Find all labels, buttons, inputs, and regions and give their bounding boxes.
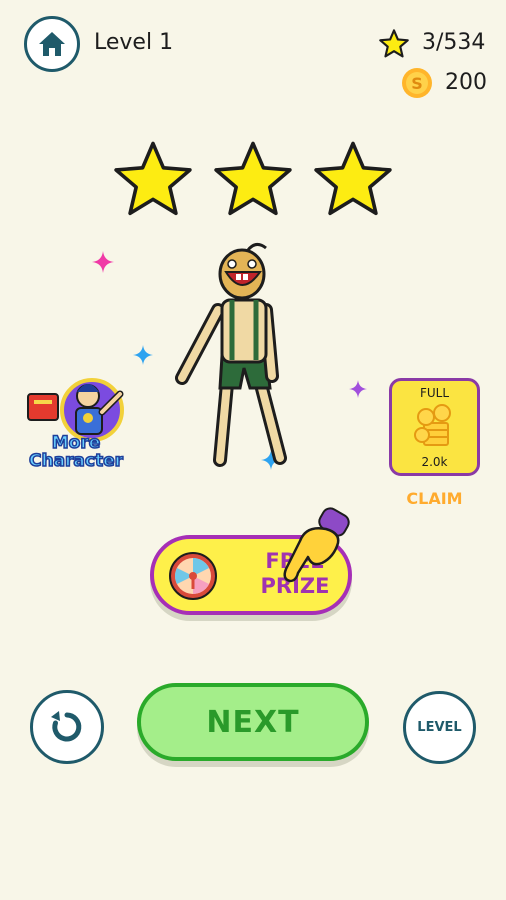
level-title: Level 1 bbox=[94, 30, 174, 55]
svg-text:S: S bbox=[411, 74, 423, 93]
chest-coins-icon bbox=[414, 404, 451, 446]
pointing-hand-icon bbox=[283, 507, 350, 583]
next-button[interactable]: NEXT bbox=[137, 683, 369, 761]
more-character-label-1: More bbox=[51, 433, 101, 453]
more-character-label-2: Character bbox=[28, 451, 124, 471]
wheel-icon bbox=[169, 552, 217, 600]
home-icon bbox=[39, 32, 65, 56]
star-icon bbox=[379, 29, 409, 58]
coin-counter: 200 bbox=[445, 70, 487, 95]
stickman-character bbox=[175, 243, 287, 467]
characters-icon bbox=[27, 378, 124, 442]
claim-button[interactable]: CLAIM bbox=[389, 489, 480, 508]
home-button[interactable] bbox=[24, 16, 80, 72]
result-star-1 bbox=[114, 141, 192, 216]
coin-chest-card[interactable]: FULL 2.0k bbox=[389, 378, 480, 476]
chest-amount: 2.0k bbox=[421, 455, 448, 469]
result-star-3 bbox=[314, 141, 392, 216]
chest-status: FULL bbox=[419, 386, 450, 400]
sparkle-icon bbox=[349, 380, 367, 398]
stars-counter: 3/534 bbox=[422, 30, 486, 55]
more-character-button[interactable]: More Character bbox=[22, 372, 130, 476]
sparkle-icon bbox=[133, 345, 153, 365]
restart-icon bbox=[51, 711, 82, 742]
coin-icon: S bbox=[402, 68, 432, 98]
sparkle-icon bbox=[92, 251, 114, 273]
level-button[interactable]: LEVEL bbox=[403, 691, 476, 764]
level-button-label: LEVEL bbox=[417, 720, 462, 735]
result-star-2 bbox=[214, 141, 292, 216]
restart-button[interactable] bbox=[30, 690, 104, 764]
